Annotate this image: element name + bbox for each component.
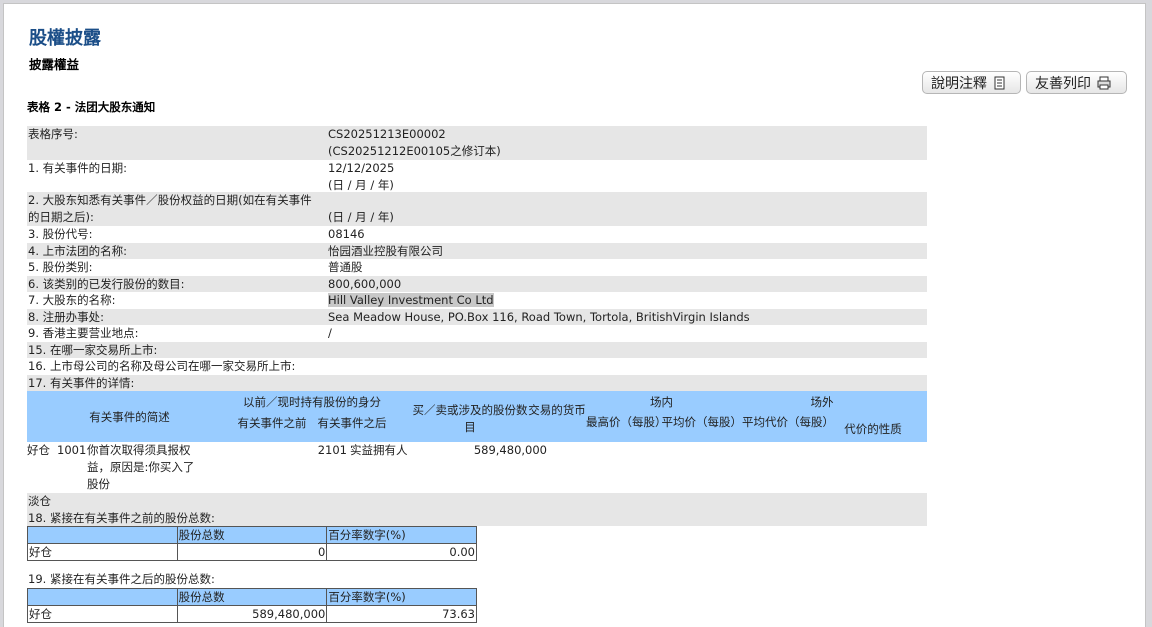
after-label-row: 19. 紧接在有关事件之后的股份总数: (27, 571, 927, 588)
after-total-header: 股份总数 (176, 587, 328, 606)
field-label: 9. 香港主要营业地点: (28, 326, 139, 340)
before-total: 0 (176, 543, 328, 561)
form-title: 表格 2 - 法团大股东通知 (27, 100, 156, 114)
header-nature: 代价的性质 (844, 421, 902, 436)
form-content: 表格序号: CS20251213E00002 (CS20251212E00105之… (27, 126, 927, 623)
header-capacity: 以前／现时持有股份的身分 (243, 395, 381, 409)
field-value: 12/12/2025 (日 / 月 / 年) (327, 160, 927, 192)
form-no: CS20251213E00002 (328, 127, 446, 141)
before-label: 18. 紧接在有关事件之前的股份总数: (28, 510, 215, 525)
header-after: 有关事件之后 (317, 415, 387, 430)
header-avg-off: 平均代价（每股） (742, 414, 834, 429)
parent-row: 16. 上市母公司的名称及母公司在哪一家交易所上市: (27, 358, 927, 375)
field-label: 2. 大股东知悉有关事件／股份权益的日期(如在有关事件 的日期之后): (27, 192, 327, 226)
after-capacity: 实益拥有人 (350, 443, 408, 457)
field-value: 普通股 (328, 260, 363, 274)
header-desc: 有关事件的简述 (89, 410, 170, 424)
details-long-row: 好仓 1001 你首次取得须具报权益，原因是:你买入了股份 2101 实益拥有人… (27, 442, 927, 493)
short-position: 淡仓 (28, 494, 51, 508)
header-on-exchange: 场内 (650, 395, 673, 409)
before-position: 好仓 (27, 543, 178, 561)
office-row: 8. 注册办事处: Sea Meadow House, PO.Box 116, R… (27, 308, 927, 325)
field-label: 4. 上市法团的名称: (28, 243, 128, 258)
event-code: 1001 (57, 443, 87, 457)
class-row: 5. 股份类别: 普通股 (27, 259, 927, 276)
field-value: 800,600,000 (328, 276, 402, 291)
header-high: 最高价（每股） (586, 414, 667, 429)
before-pct-header: 百分率数字(%) (326, 526, 477, 544)
after-pct-header: 百分率数字(%) (326, 587, 477, 606)
document-icon (993, 76, 1007, 90)
event-date: 12/12/2025 (328, 161, 395, 175)
aware-label-2: 的日期之后): (28, 209, 94, 224)
notes-label: 說明注釋 (931, 75, 987, 92)
form-no-amend: (CS20251212E00105之修订本) (328, 143, 501, 158)
exchange-row: 15. 在哪一家交易所上市: (27, 341, 927, 358)
stock-code-row: 3. 股份代号: 08146 (27, 226, 927, 243)
short-row: 淡仓 (27, 493, 927, 510)
field-label: 表格序号: (28, 127, 78, 141)
field-label: 7. 大股东的名称: (28, 293, 116, 307)
holder-row: 7. 大股东的名称: Hill Valley Investment Co Ltd (27, 292, 927, 309)
after-position: 好仓 (27, 604, 178, 623)
issuer-row: 4. 上市法团的名称: 怡园酒业控股有限公司 (27, 242, 927, 259)
shares-involved: 589,480,000 (473, 443, 547, 457)
details-row: 17. 有关事件的详情: (27, 374, 927, 391)
page-title: 股權披露 (29, 28, 101, 49)
aware-date-row: 2. 大股东知悉有关事件／股份权益的日期(如在有关事件 的日期之后): (日 / … (27, 192, 927, 226)
field-label: 5. 股份类别: (28, 260, 93, 274)
date-format: (日 / 月 / 年) (328, 177, 394, 192)
field-value: CS20251213E00002 (CS20251212E00105之修订本) (327, 126, 927, 160)
after-label: 19. 紧接在有关事件之后的股份总数: (28, 572, 215, 586)
holder-name: Hill Valley Investment Co Ltd (328, 293, 494, 307)
field-label: 1. 有关事件的日期: (28, 161, 128, 175)
before-total-header: 股份总数 (176, 526, 328, 544)
field-label: 15. 在哪一家交易所上市: (28, 342, 158, 357)
form-no-row: 表格序号: CS20251213E00002 (CS20251212E00105之… (27, 126, 927, 160)
field-value: / (328, 326, 332, 340)
event-desc: 你首次取得须具报权益，原因是:你买入了股份 (87, 443, 195, 491)
hk-row: 9. 香港主要营业地点: / (27, 325, 927, 342)
field-label: 16. 上市母公司的名称及母公司在哪一家交易所上市: (28, 359, 296, 373)
header-before: 有关事件之前 (237, 415, 307, 430)
event-date-row: 1. 有关事件的日期: 12/12/2025 (日 / 月 / 年) (27, 160, 927, 192)
aware-label-1: 2. 大股东知悉有关事件／股份权益的日期(如在有关事件 (28, 193, 312, 207)
aware-date-format: (日 / 月 / 年) (328, 209, 394, 224)
page-subtitle: 披露權益 (29, 57, 80, 72)
header-currency: 交易的货币 (528, 403, 586, 417)
details-header: 有关事件的简述 以前／现时持有股份的身分 有关事件之前 有关事件之后 买／卖或涉及… (27, 391, 927, 442)
print-friendly-button[interactable]: 友善列印 (1026, 71, 1127, 94)
after-pct: 73.63 (326, 604, 477, 623)
after-code: 2101 (317, 443, 347, 457)
field-label: 3. 股份代号: (28, 227, 93, 241)
field-value: Sea Meadow House, PO.Box 116, Road Town,… (328, 309, 750, 324)
before-label-row: 18. 紧接在有关事件之前的股份总数: (27, 509, 927, 526)
explanatory-notes-button[interactable]: 說明注釋 (922, 71, 1021, 94)
field-value: 怡园酒业控股有限公司 (328, 243, 443, 258)
before-pct: 0.00 (326, 543, 477, 561)
header-shares: 买／卖或涉及的股份数目 (412, 403, 528, 434)
print-label: 友善列印 (1035, 75, 1091, 92)
issued-row: 6. 该类别的已发行股份的数目: 800,600,000 (27, 275, 927, 292)
after-total: 589,480,000 (176, 604, 328, 623)
field-value: 08146 (328, 227, 365, 241)
field-label: 8. 注册办事处: (28, 309, 105, 324)
field-label: 6. 该类别的已发行股份的数目: (28, 276, 185, 291)
page-frame: 股權披露 披露權益 說明注釋 友善列印 表格 2 - 法团大股东通知 表格序号:… (3, 3, 1146, 627)
header-off-exchange: 场外 (810, 395, 834, 409)
header-avg: 平均价（每股） (661, 414, 743, 429)
field-label: 17. 有关事件的详情: (28, 375, 135, 390)
after-table: 股份总数 百分率数字(%) 好仓 589,480,000 73.63 (27, 587, 477, 623)
printer-icon (1097, 76, 1111, 90)
position-type: 好仓 (27, 443, 50, 457)
before-table: 股份总数 百分率数字(%) 好仓 0 0.00 (27, 526, 477, 561)
